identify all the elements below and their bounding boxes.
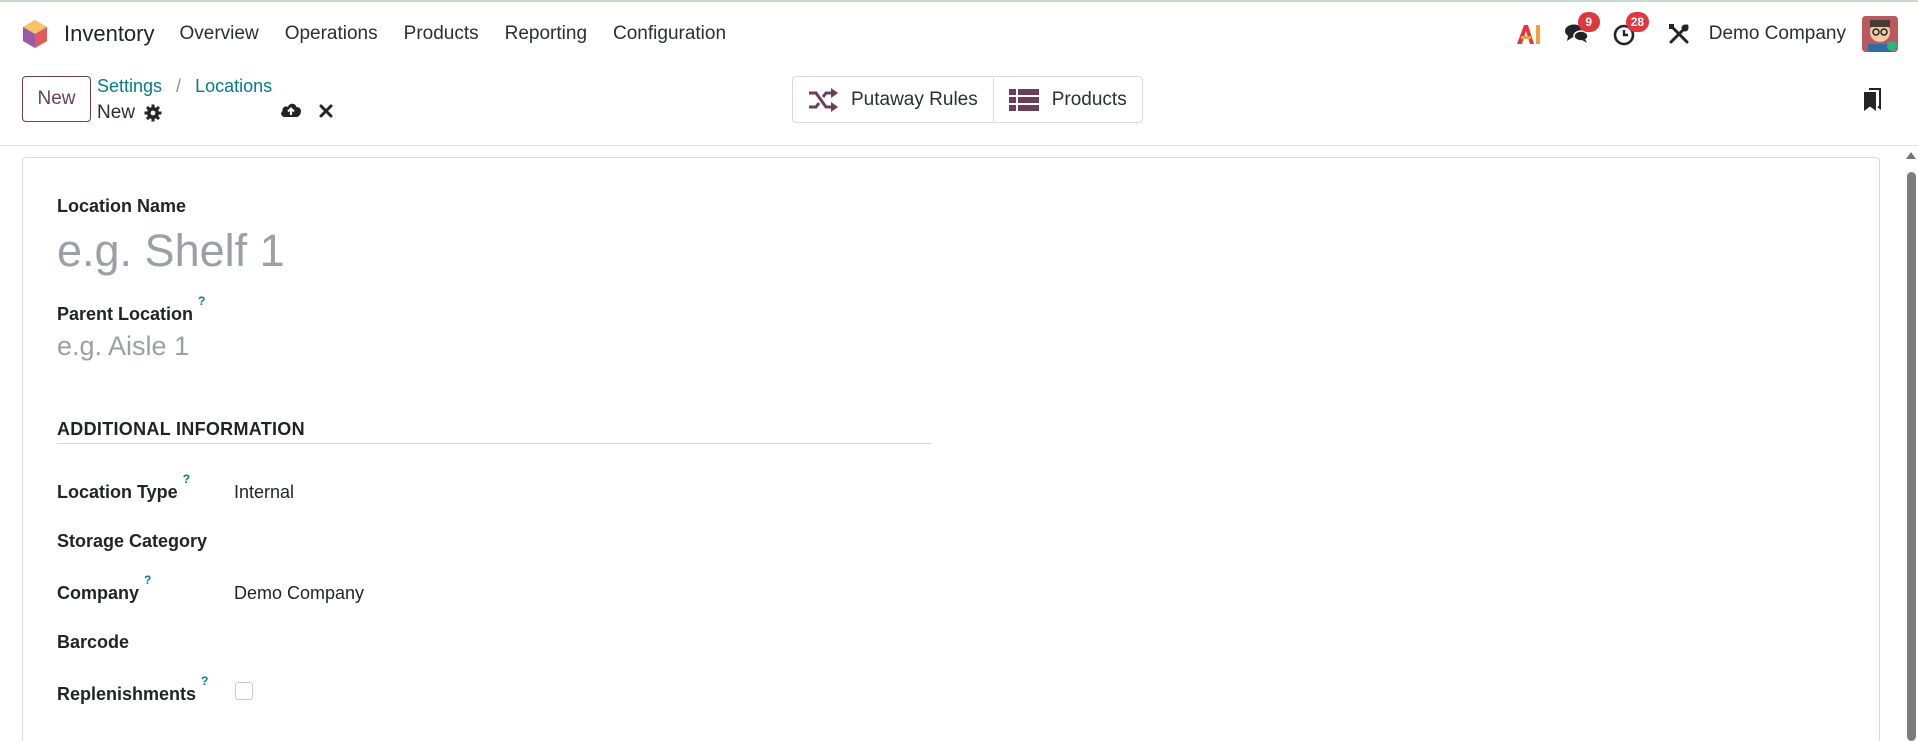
record-title-line: New	[97, 102, 162, 124]
control-panel: New Settings / Locations New Putaway Rul…	[0, 66, 1918, 146]
menu-products[interactable]: Products	[404, 23, 479, 45]
close-icon[interactable]	[318, 103, 334, 124]
replenishments-label: Replenishments?	[57, 674, 208, 705]
putaway-rules-button[interactable]: Putaway Rules	[793, 77, 993, 122]
additional-information-title: ADDITIONAL INFORMATION	[57, 419, 305, 439]
putaway-rules-label: Putaway Rules	[851, 88, 978, 110]
breadcrumb-locations[interactable]: Locations	[195, 76, 272, 97]
scroll-thumb[interactable]	[1907, 172, 1916, 741]
menu-overview[interactable]: Overview	[180, 23, 259, 45]
parent-location-label: Parent Location?	[57, 294, 205, 325]
company-switcher[interactable]: Demo Company	[1709, 23, 1846, 45]
tools-icon[interactable]	[1665, 20, 1693, 48]
breadcrumb-settings[interactable]: Settings	[97, 76, 162, 97]
barcode-label: Barcode	[57, 632, 130, 652]
chat-bubbles-icon[interactable]: 9	[1563, 12, 1600, 48]
page-scrollbar[interactable]	[1904, 150, 1918, 741]
location-type-tooltip[interactable]: ?	[183, 472, 190, 486]
new-button[interactable]: New	[22, 76, 91, 122]
form-sheet: Location Name Parent Location? ADDITIONA…	[22, 157, 1880, 741]
activities-badge: 28	[1625, 12, 1650, 32]
breadcrumb: Settings / Locations	[97, 76, 272, 97]
top-navbar: Inventory Overview Operations Products R…	[0, 2, 1918, 66]
parent-location-tooltip[interactable]: ?	[198, 294, 205, 308]
location-type-label: Location Type?	[57, 472, 190, 503]
company-input[interactable]: Demo Company	[234, 583, 364, 604]
company-tooltip[interactable]: ?	[144, 573, 151, 587]
bookmark-icon[interactable]	[1862, 88, 1882, 117]
replenishments-label-text: Replenishments	[57, 684, 197, 704]
menu-operations[interactable]: Operations	[285, 23, 378, 45]
navbar-systray: 9 28 Demo Company	[1505, 2, 1918, 66]
breadcrumb-separator: /	[176, 76, 182, 96]
location-type-label-text: Location Type	[57, 482, 178, 502]
location-type-select[interactable]: Internal	[234, 482, 294, 503]
barcode-input[interactable]	[234, 632, 734, 654]
storage-category-input[interactable]	[234, 531, 734, 553]
user-avatar[interactable]	[1862, 16, 1898, 52]
clock-icon[interactable]: 28	[1611, 12, 1650, 48]
gear-icon[interactable]	[144, 104, 162, 122]
company-label: Company?	[57, 573, 151, 604]
section-divider	[57, 443, 931, 444]
location-name-label: Location Name	[57, 196, 187, 216]
parent-location-label-text: Parent Location	[57, 304, 194, 324]
menu-configuration[interactable]: Configuration	[613, 23, 726, 45]
cloud-upload-icon[interactable]	[280, 101, 302, 124]
storage-category-label: Storage Category	[57, 531, 208, 551]
replenishments-tooltip[interactable]: ?	[201, 674, 208, 688]
record-name: New	[97, 102, 136, 123]
shuffle-icon	[809, 87, 838, 112]
menu-reporting[interactable]: Reporting	[505, 23, 587, 45]
messages-badge: 9	[1577, 12, 1600, 32]
smart-buttons: Putaway Rules Products	[792, 76, 1143, 123]
company-label-text: Company	[57, 583, 140, 603]
products-label: Products	[1051, 88, 1127, 110]
location-name-input[interactable]	[57, 222, 757, 280]
inventory-cube-icon[interactable]	[20, 18, 50, 50]
products-button[interactable]: Products	[992, 77, 1142, 122]
replenishments-checkbox[interactable]	[235, 682, 253, 700]
parent-location-input[interactable]	[57, 328, 757, 364]
list-icon	[1008, 88, 1039, 111]
app-name[interactable]: Inventory	[64, 21, 155, 47]
ai-icon[interactable]	[1515, 20, 1543, 48]
scroll-up-arrow[interactable]	[1906, 152, 1916, 159]
